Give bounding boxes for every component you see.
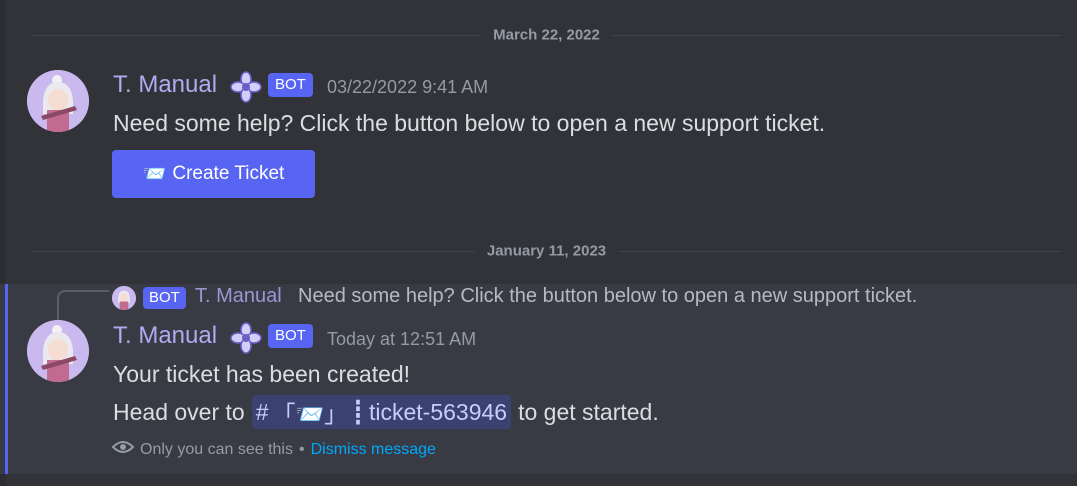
create-ticket-label: Create Ticket <box>172 163 285 184</box>
highlight-bar <box>5 284 8 474</box>
dismiss-message-link[interactable]: Dismiss message <box>311 441 436 459</box>
reply-spine <box>57 290 109 320</box>
bot-tag: BOT <box>268 324 313 348</box>
flower-badge-icon <box>228 69 264 105</box>
envelope-icon: 📨 <box>142 164 167 185</box>
username[interactable]: T. Manual <box>113 71 217 99</box>
date-divider-label: March 22, 2022 <box>481 26 612 44</box>
anime-character-avatar-icon <box>27 320 89 382</box>
reply-username[interactable]: T. Manual <box>195 285 282 308</box>
timestamp: 03/22/2022 9:41 AM <box>327 77 489 97</box>
username[interactable]: T. Manual <box>113 322 217 350</box>
channel-mention[interactable]: # 「📨」 ┋ ticket-563946 <box>251 395 512 429</box>
reply-bot-tag: BOT <box>143 287 186 309</box>
bot-tag: BOT <box>268 73 313 97</box>
message-line-1: Your ticket has been created! <box>113 361 411 387</box>
hash-icon: # <box>255 398 269 425</box>
avatar[interactable] <box>27 320 89 382</box>
timestamp: Today at 12:51 AM <box>327 329 477 349</box>
channel-separator: ┋ <box>351 398 365 425</box>
anime-character-avatar-icon <box>27 70 89 132</box>
ephemeral-note: Only you can see this • Dismiss message <box>111 440 436 459</box>
ephemeral-text: Only you can see this <box>140 440 293 458</box>
anime-character-avatar-icon <box>112 286 136 310</box>
message-line-2: Head over to # 「📨」 ┋ ticket-563946 to ge… <box>113 395 659 429</box>
bullet: • <box>298 440 305 458</box>
date-divider: January 11, 2023 <box>32 242 1061 260</box>
flower-badge-icon <box>228 320 264 356</box>
reply-avatar[interactable] <box>112 286 136 310</box>
line2-prefix: Head over to <box>113 398 245 425</box>
message-text: Need some help? Click the button below t… <box>113 110 826 136</box>
create-ticket-button[interactable]: 📨 Create Ticket <box>112 150 315 198</box>
date-divider: March 22, 2022 <box>32 26 1061 44</box>
eye-icon <box>111 440 135 459</box>
avatar[interactable] <box>27 70 89 132</box>
date-divider-label: January 11, 2023 <box>474 242 619 260</box>
channel-name: ticket-563946 <box>369 398 508 425</box>
reply-preview-text[interactable]: Need some help? Click the button below t… <box>298 285 917 308</box>
line2-suffix: to get started. <box>518 398 659 425</box>
channel-emoji: 「📨」 <box>272 401 348 427</box>
